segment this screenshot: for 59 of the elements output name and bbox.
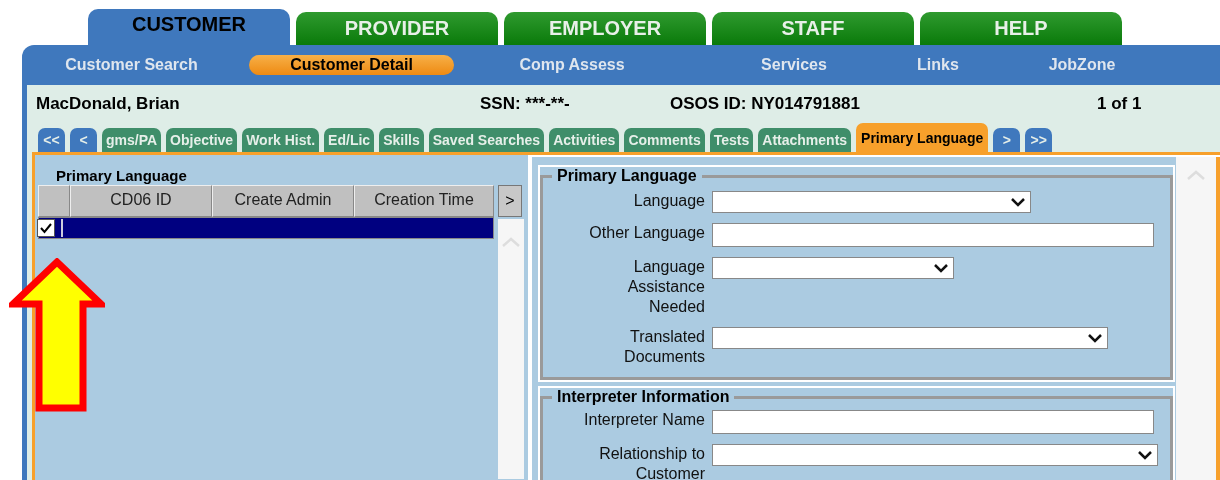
input-field[interactable] [712,410,1154,434]
column-header: Create Admin [212,185,354,217]
checkbox[interactable] [37,219,55,237]
section-tab[interactable]: Primary Language [856,123,989,152]
header-cell [38,185,70,217]
nav-link[interactable]: Links [917,56,959,74]
chevron-down-icon [1087,333,1103,343]
field-label: Other Language [588,223,705,243]
tab-scroll-button[interactable]: >> [1025,128,1053,152]
column-header: CD06 ID [70,185,212,217]
section-tab[interactable]: Comments [624,128,705,152]
field-label: Language Assistance Needed [626,257,705,317]
main-tab[interactable]: PROVIDER [296,12,498,45]
nav-link[interactable]: Comp Assess [519,56,625,74]
group-title: Interpreter Information [556,388,731,406]
osos-id-text: OSOS ID: NY014791881 [670,94,861,114]
section-tab[interactable]: Attachments [758,128,852,152]
field-label: Translated Documents [623,327,705,367]
record-count: 1 of 1 [1097,94,1143,114]
nav-link[interactable]: Customer Search [65,56,198,74]
scrollbar[interactable] [1176,157,1220,480]
list-title: Primary Language [55,166,188,185]
dropdown[interactable] [712,191,1031,213]
input-field[interactable] [712,223,1154,247]
chevron-down-icon [933,263,949,273]
more-columns-button[interactable]: > [498,185,522,217]
main-tab[interactable]: HELP [920,12,1122,45]
column-header: Creation Time [354,185,494,217]
group-title: Primary Language [556,167,698,185]
nav-link[interactable]: Customer Detail [249,55,454,75]
main-tab[interactable]: STAFF [712,12,914,45]
check-icon [39,222,53,234]
field-label: Relationship to Customer [598,444,705,480]
nav-link[interactable]: JobZone [1048,56,1116,74]
chevron-down-icon [1137,450,1153,460]
main-tab[interactable]: EMPLOYER [504,12,706,45]
ssn-text: SSN: ***-**- [480,94,571,114]
section-tab[interactable]: Activities [549,128,620,152]
chevron-down-icon [1010,197,1026,207]
tab-scroll-button[interactable]: < [70,128,97,152]
section-tab[interactable]: Skills [379,128,424,152]
table-row[interactable] [38,217,494,239]
field-label: Interpreter Name [583,410,705,430]
section-tab[interactable]: gms/PA [102,128,162,152]
dropdown[interactable] [712,327,1108,349]
customer-name: MacDonald, Brian [36,94,181,114]
section-tab[interactable]: Objective [166,128,238,152]
tab-scroll-button[interactable]: << [38,128,65,152]
scrollbar[interactable] [498,219,524,479]
field-label: Language [632,191,705,211]
section-tab[interactable]: Saved Searches [428,128,545,152]
section-tab[interactable]: Work Hist. [242,128,320,152]
section-tab[interactable]: Tests [709,128,754,152]
nav-link[interactable]: Services [761,56,827,74]
dropdown[interactable] [712,444,1158,466]
tab-scroll-button[interactable]: > [993,128,1021,152]
main-tab[interactable]: CUSTOMER [88,9,290,45]
section-tab[interactable]: Ed/Lic [324,128,375,152]
dropdown[interactable] [712,257,954,279]
